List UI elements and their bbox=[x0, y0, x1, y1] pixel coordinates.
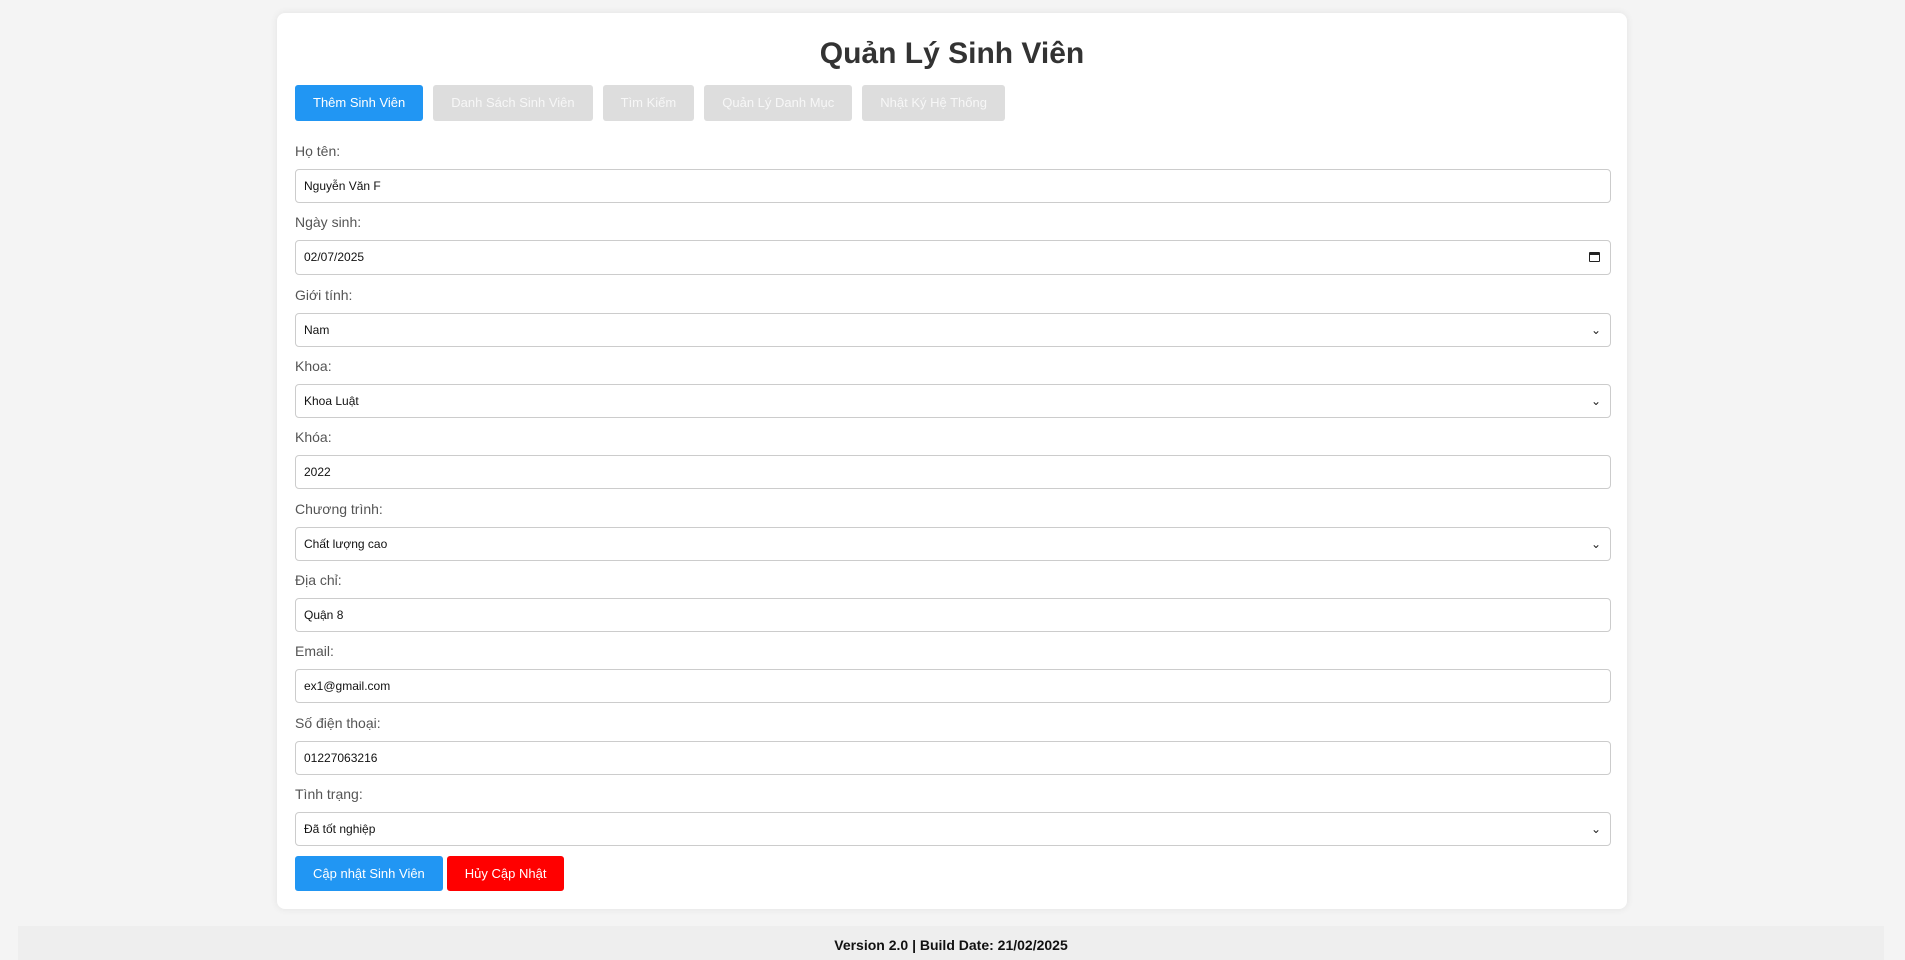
address-label: Địa chỉ: bbox=[295, 572, 342, 588]
footer: Version 2.0 | Build Date: 21/02/2025 bbox=[18, 926, 1884, 960]
phone-input[interactable]: 01227063216 bbox=[295, 741, 1611, 775]
status-select[interactable]: Đã tốt nghiệp ⌄ bbox=[295, 812, 1611, 846]
phone-label: Số điện thoại: bbox=[295, 715, 381, 731]
status-value: Đã tốt nghiệp bbox=[304, 822, 376, 836]
gender-select[interactable]: Nam ⌄ bbox=[295, 313, 1611, 347]
chevron-down-icon: ⌄ bbox=[1590, 323, 1601, 337]
gender-value: Nam bbox=[304, 323, 330, 337]
program-label: Chương trình: bbox=[295, 501, 383, 517]
cancel-update-button[interactable]: Hủy Cập Nhật bbox=[446, 856, 565, 891]
form-actions: Cập nhật Sinh Viên Hủy Cập Nhật bbox=[295, 856, 565, 891]
tab-search[interactable]: Tìm Kiếm bbox=[602, 85, 695, 121]
chevron-down-icon: ⌄ bbox=[1590, 394, 1601, 408]
tab-category-management[interactable]: Quản Lý Danh Mục bbox=[704, 85, 853, 121]
address-value: Quận 8 bbox=[304, 608, 344, 622]
email-field-group: Email: ex1@gmail.com bbox=[295, 643, 1611, 703]
name-label: Họ tên: bbox=[295, 143, 341, 159]
program-value: Chất lượng cao bbox=[304, 537, 388, 551]
chevron-down-icon: ⌄ bbox=[1590, 822, 1601, 836]
faculty-label: Khoa: bbox=[295, 358, 332, 374]
dob-value: 02/07/2025 bbox=[304, 250, 365, 264]
chevron-down-icon: ⌄ bbox=[1590, 537, 1601, 551]
program-field-group: Chương trình: Chất lượng cao ⌄ bbox=[295, 501, 1611, 561]
dob-input[interactable]: 02/07/2025 bbox=[295, 240, 1611, 275]
phone-field-group: Số điện thoại: 01227063216 bbox=[295, 715, 1611, 775]
tab-system-log[interactable]: Nhật Ký Hệ Thống bbox=[862, 85, 1005, 121]
name-field-group: Họ tên: Nguyễn Văn F bbox=[295, 143, 1611, 203]
tab-student-list[interactable]: Danh Sách Sinh Viên bbox=[433, 85, 593, 121]
faculty-select[interactable]: Khoa Luật ⌄ bbox=[295, 384, 1611, 418]
program-select[interactable]: Chất lượng cao ⌄ bbox=[295, 527, 1611, 561]
name-value: Nguyễn Văn F bbox=[304, 179, 381, 193]
name-input[interactable]: Nguyễn Văn F bbox=[295, 169, 1611, 203]
tab-bar: Thêm Sinh Viên Danh Sách Sinh Viên Tìm K… bbox=[295, 85, 1609, 121]
address-input[interactable]: Quận 8 bbox=[295, 598, 1611, 632]
email-label: Email: bbox=[295, 643, 334, 659]
course-label: Khóa: bbox=[295, 429, 332, 445]
phone-value: 01227063216 bbox=[304, 751, 378, 765]
version-text: Version 2.0 | Build Date: 21/02/2025 bbox=[834, 937, 1068, 953]
address-field-group: Địa chỉ: Quận 8 bbox=[295, 572, 1611, 632]
dob-label: Ngày sinh: bbox=[295, 214, 362, 230]
status-field-group: Tình trạng: Đã tốt nghiệp ⌄ bbox=[295, 786, 1611, 846]
dob-field-group: Ngày sinh: 02/07/2025 bbox=[295, 214, 1611, 275]
faculty-field-group: Khoa: Khoa Luật ⌄ bbox=[295, 358, 1611, 418]
tab-add-student[interactable]: Thêm Sinh Viên bbox=[295, 85, 424, 121]
faculty-value: Khoa Luật bbox=[304, 394, 359, 408]
gender-field-group: Giới tính: Nam ⌄ bbox=[295, 287, 1611, 347]
main-card: Quản Lý Sinh Viên Thêm Sinh Viên Danh Sá… bbox=[277, 13, 1627, 909]
course-input[interactable]: 2022 bbox=[295, 455, 1611, 489]
status-label: Tình trạng: bbox=[295, 786, 363, 802]
page-title: Quản Lý Sinh Viên bbox=[819, 37, 1085, 70]
calendar-icon[interactable] bbox=[1589, 252, 1600, 262]
email-input[interactable]: ex1@gmail.com bbox=[295, 669, 1611, 703]
update-student-button[interactable]: Cập nhật Sinh Viên bbox=[295, 856, 443, 891]
gender-label: Giới tính: bbox=[295, 287, 353, 303]
email-value: ex1@gmail.com bbox=[304, 679, 391, 693]
course-field-group: Khóa: 2022 bbox=[295, 429, 1611, 489]
course-value: 2022 bbox=[304, 465, 331, 479]
